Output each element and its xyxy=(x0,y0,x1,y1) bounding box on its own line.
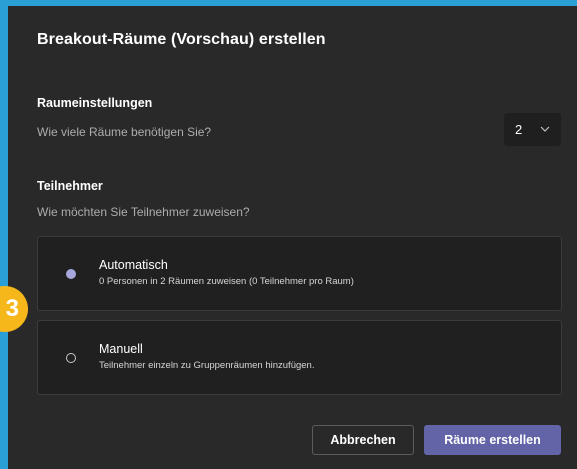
app-frame: Breakout-Räume (Vorschau) erstellen Raum… xyxy=(0,0,577,469)
option-manual-label: Manuell xyxy=(99,342,143,356)
radio-selected-icon[interactable] xyxy=(65,268,77,280)
option-automatic[interactable]: Automatisch 0 Personen in 2 Räumen zuwei… xyxy=(37,236,562,311)
room-settings-heading: Raumeinstellungen xyxy=(37,96,153,110)
breakout-rooms-dialog: Breakout-Räume (Vorschau) erstellen Raum… xyxy=(0,6,577,469)
radio-unselected-icon[interactable] xyxy=(65,352,77,364)
option-manual-description: Teilnehmer einzeln zu Gruppenräumen hinz… xyxy=(99,360,315,371)
option-automatic-label: Automatisch xyxy=(99,258,168,272)
room-count-value: 2 xyxy=(515,122,523,137)
room-count-question: Wie viele Räume benötigen Sie? xyxy=(37,125,212,139)
chevron-down-icon xyxy=(540,126,550,132)
participants-heading: Teilnehmer xyxy=(37,179,103,193)
step-badge: 3 xyxy=(0,286,28,332)
option-manual[interactable]: Manuell Teilnehmer einzeln zu Gruppenräu… xyxy=(37,320,562,395)
dialog-title: Breakout-Räume (Vorschau) erstellen xyxy=(37,31,326,48)
assign-question: Wie möchten Sie Teilnehmer zuweisen? xyxy=(37,205,250,219)
option-automatic-description: 0 Personen in 2 Räumen zuweisen (0 Teiln… xyxy=(99,276,354,287)
cancel-button[interactable]: Abbrechen xyxy=(312,425,414,455)
create-rooms-button[interactable]: Räume erstellen xyxy=(424,425,561,455)
room-count-select[interactable]: 2 xyxy=(504,113,561,146)
